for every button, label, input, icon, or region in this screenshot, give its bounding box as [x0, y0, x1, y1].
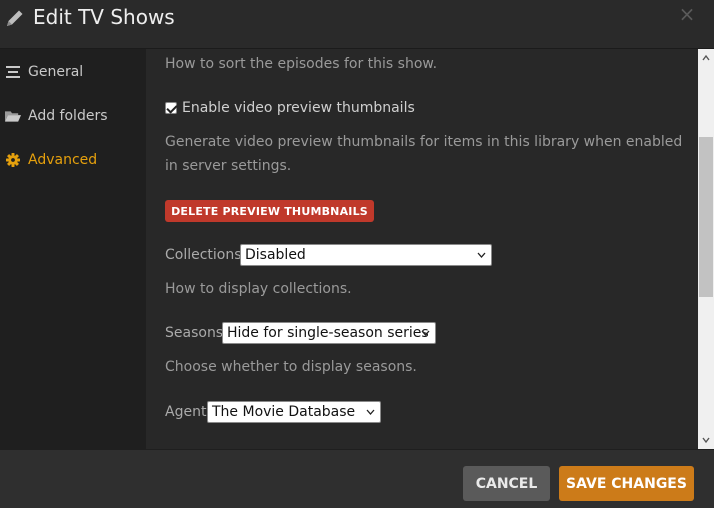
- collections-select-value: Disabled: [245, 247, 306, 263]
- agent-select-value: The Movie Database: [212, 404, 356, 420]
- pencil-icon: [7, 10, 23, 26]
- seasons-select[interactable]: Hide for single-season series: [222, 322, 436, 344]
- delete-thumbnails-button[interactable]: DELETE PREVIEW THUMBNAILS: [165, 200, 374, 222]
- sidebar-item-add-folders[interactable]: Add folders: [0, 101, 146, 131]
- agent-select[interactable]: The Movie Database: [207, 401, 381, 423]
- settings-panel: How to sort the episodes for this show. …: [146, 49, 698, 449]
- cancel-button[interactable]: CANCEL: [463, 466, 550, 501]
- collections-help-text: How to display collections.: [165, 281, 352, 297]
- sidebar-item-general[interactable]: General: [0, 57, 146, 87]
- dialog-footer: CANCEL SAVE CHANGES: [0, 449, 714, 508]
- seasons-label: Seasons: [165, 325, 224, 341]
- sidebar-item-label: General: [28, 64, 84, 80]
- chevron-down-icon: [366, 409, 375, 415]
- thumbnails-checkbox-row[interactable]: Enable video preview thumbnails: [165, 96, 415, 120]
- list-icon: [5, 64, 21, 80]
- collections-label: Collections: [165, 247, 242, 263]
- thumbnails-checkbox[interactable]: [165, 102, 177, 114]
- chevron-down-icon: [477, 252, 486, 258]
- sort-help-text: How to sort the episodes for this show.: [165, 56, 438, 72]
- scrollbar-thumb[interactable]: [699, 137, 713, 297]
- thumbnails-help-text: Generate video preview thumbnails for it…: [165, 134, 683, 174]
- agent-label: Agent: [165, 404, 207, 420]
- seasons-select-value: Hide for single-season series: [227, 325, 429, 341]
- close-icon[interactable]: ×: [677, 4, 697, 24]
- scrollbar[interactable]: [698, 49, 714, 449]
- scroll-down-arrow-icon[interactable]: [702, 436, 710, 444]
- save-changes-button[interactable]: SAVE CHANGES: [559, 466, 694, 501]
- seasons-help-text: Choose whether to display seasons.: [165, 359, 417, 375]
- gear-icon: [5, 152, 21, 168]
- scroll-up-arrow-icon[interactable]: [702, 54, 710, 62]
- sidebar-item-label: Advanced: [28, 152, 98, 168]
- collections-select[interactable]: Disabled: [240, 244, 492, 266]
- dialog-title: Edit TV Shows: [33, 5, 175, 29]
- chevron-down-icon: [421, 330, 430, 336]
- sidebar-item-advanced[interactable]: Advanced: [0, 145, 146, 175]
- dialog-header: Edit TV Shows ×: [0, 0, 714, 49]
- sidebar-item-label: Add folders: [28, 108, 108, 124]
- folder-icon: [5, 108, 21, 124]
- sidebar: General Add folders Advanced: [0, 49, 146, 449]
- thumbnails-checkbox-label: Enable video preview thumbnails: [182, 100, 415, 116]
